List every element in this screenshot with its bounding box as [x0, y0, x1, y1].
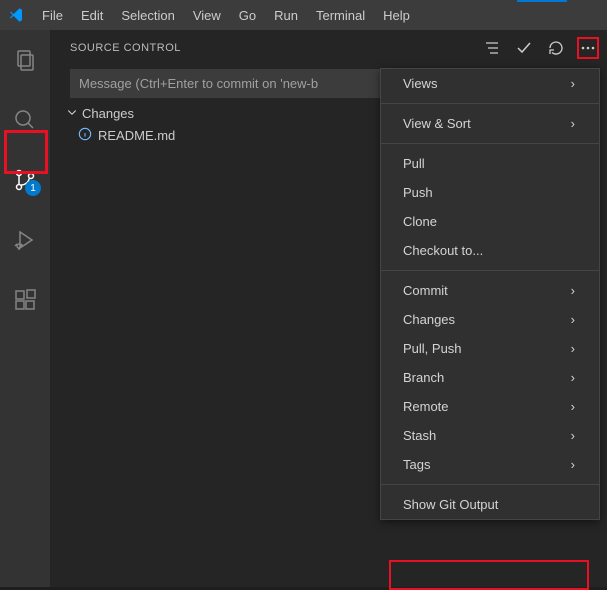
menu-file[interactable]: File: [34, 4, 71, 27]
window-accent: [517, 0, 567, 2]
menu-go[interactable]: Go: [231, 4, 264, 27]
menu-show-git-output-label: Show Git Output: [403, 497, 498, 512]
activity-explorer[interactable]: [1, 40, 49, 80]
scm-context-menu: Views › View & Sort › Pull Push Clone Ch…: [380, 68, 600, 520]
menu-pull-push[interactable]: Pull, Push ›: [381, 334, 599, 363]
menu-run[interactable]: Run: [266, 4, 306, 27]
menu-selection[interactable]: Selection: [113, 4, 182, 27]
chevron-down-icon: [66, 106, 78, 121]
activity-search[interactable]: [1, 100, 49, 140]
file-name: README.md: [98, 128, 175, 143]
activity-source-control[interactable]: 1: [1, 160, 49, 200]
chevron-right-icon: ›: [571, 399, 575, 414]
menu-commit-label: Commit: [403, 283, 448, 298]
activity-bar: 1: [0, 30, 50, 587]
menu-separator: [381, 270, 599, 271]
menu-clone-label: Clone: [403, 214, 437, 229]
menu-branch[interactable]: Branch ›: [381, 363, 599, 392]
file-info-icon: [78, 127, 92, 144]
menu-stash-label: Stash: [403, 428, 436, 443]
menu-views[interactable]: Views ›: [381, 69, 599, 98]
menu-changes[interactable]: Changes ›: [381, 305, 599, 334]
menu-stash[interactable]: Stash ›: [381, 421, 599, 450]
menu-show-git-output[interactable]: Show Git Output: [381, 490, 599, 519]
menu-pull-push-label: Pull, Push: [403, 341, 462, 356]
menu-view[interactable]: View: [185, 4, 229, 27]
menu-tags-label: Tags: [403, 457, 430, 472]
chevron-right-icon: ›: [571, 457, 575, 472]
menu-view-sort-label: View & Sort: [403, 116, 471, 131]
activity-extensions[interactable]: [1, 280, 49, 320]
menu-checkout-label: Checkout to...: [403, 243, 483, 258]
chevron-right-icon: ›: [571, 283, 575, 298]
menu-views-label: Views: [403, 76, 437, 91]
menu-push-label: Push: [403, 185, 433, 200]
scm-badge: 1: [25, 180, 41, 196]
menu-edit[interactable]: Edit: [73, 4, 111, 27]
menu-remote-label: Remote: [403, 399, 449, 414]
activity-run-debug[interactable]: [1, 220, 49, 260]
menu-commit[interactable]: Commit ›: [381, 276, 599, 305]
menu-push[interactable]: Push: [381, 178, 599, 207]
commit-check-icon[interactable]: [513, 37, 535, 59]
menu-separator: [381, 103, 599, 104]
panel-title: SOURCE CONTROL: [70, 42, 181, 54]
chevron-right-icon: ›: [571, 116, 575, 131]
menu-separator: [381, 143, 599, 144]
title-bar: File Edit Selection View Go Run Terminal…: [0, 0, 607, 30]
menu-changes-label: Changes: [403, 312, 455, 327]
vscode-logo-icon: [8, 7, 24, 23]
menu-view-sort[interactable]: View & Sort ›: [381, 109, 599, 138]
view-tree-icon[interactable]: [481, 37, 503, 59]
menu-pull-label: Pull: [403, 156, 425, 171]
menu-terminal[interactable]: Terminal: [308, 4, 373, 27]
chevron-right-icon: ›: [571, 370, 575, 385]
menu-separator: [381, 484, 599, 485]
chevron-right-icon: ›: [571, 76, 575, 91]
menu-tags[interactable]: Tags ›: [381, 450, 599, 479]
more-actions-icon[interactable]: [577, 37, 599, 59]
menu-clone[interactable]: Clone: [381, 207, 599, 236]
menu-checkout[interactable]: Checkout to...: [381, 236, 599, 265]
chevron-right-icon: ›: [571, 341, 575, 356]
menu-pull[interactable]: Pull: [381, 149, 599, 178]
menu-help[interactable]: Help: [375, 4, 418, 27]
refresh-icon[interactable]: [545, 37, 567, 59]
chevron-right-icon: ›: [571, 312, 575, 327]
changes-label: Changes: [82, 106, 134, 121]
menu-bar: File Edit Selection View Go Run Terminal…: [34, 4, 418, 27]
menu-branch-label: Branch: [403, 370, 444, 385]
menu-remote[interactable]: Remote ›: [381, 392, 599, 421]
chevron-right-icon: ›: [571, 428, 575, 443]
